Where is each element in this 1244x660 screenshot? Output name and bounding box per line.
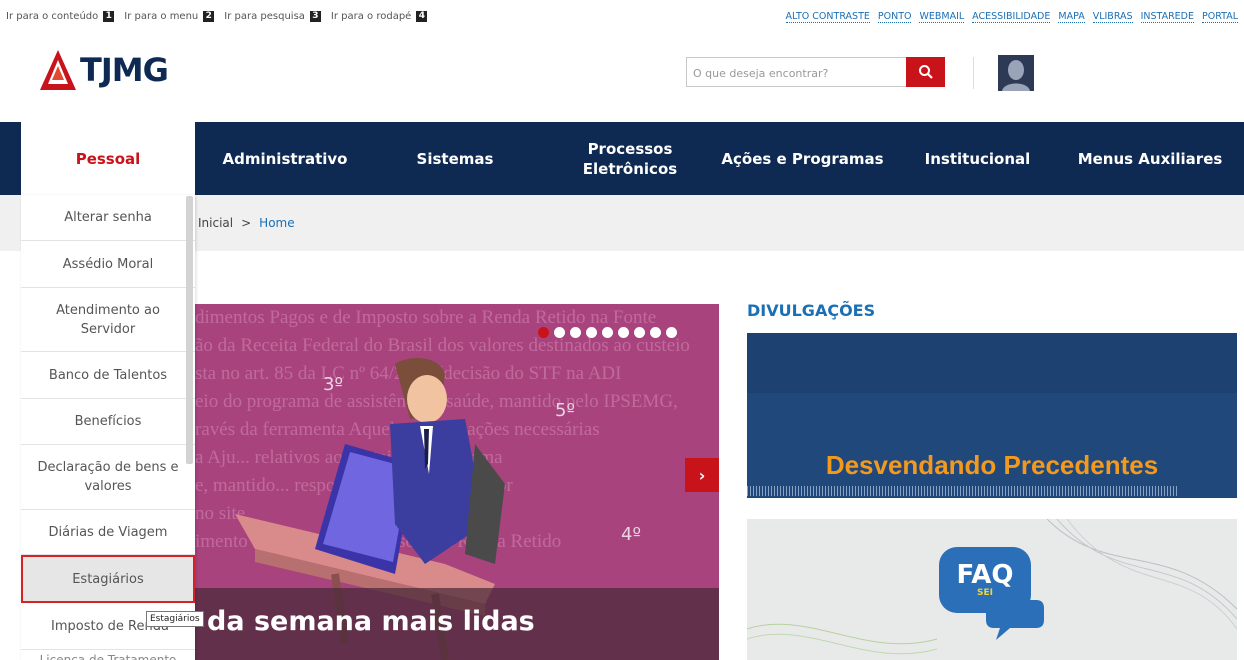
carousel-dot-8[interactable] <box>650 327 661 338</box>
header-divider <box>973 57 974 89</box>
chevron-right-icon: › <box>698 465 706 485</box>
search-button[interactable] <box>906 57 945 87</box>
link-webmail[interactable]: WEBMAIL <box>919 11 965 23</box>
floor-label-3: 3º <box>323 374 343 395</box>
carousel-dot-7[interactable] <box>634 327 645 338</box>
menu-item-diarias-viagem[interactable]: Diárias de Viagem <box>21 510 195 555</box>
tab-sistemas[interactable]: Sistemas <box>400 122 510 195</box>
carousel-caption-title: da semana mais lidas <box>207 606 535 637</box>
tab-administrativo[interactable]: Administrativo <box>205 122 365 195</box>
menu-item-banco-talentos[interactable]: Banco de Talentos <box>21 352 195 399</box>
skip-links: Ir para o conteúdo 1 Ir para o menu 2 Ir p… <box>6 11 428 22</box>
menu-item-atendimento-servidor[interactable]: Atendimento ao Servidor <box>21 288 195 352</box>
pessoal-dropdown-menu: Alterar senha Assédio Moral Atendimento … <box>21 195 195 660</box>
search-input[interactable]: O que deseja encontrar? <box>686 57 906 87</box>
main-nav: Pessoal Administrativo Sistemas Processo… <box>0 122 1244 195</box>
skip-link-footer[interactable]: Ir para o rodapé 4 <box>331 11 428 22</box>
floor-label-5: 5º <box>555 400 575 421</box>
link-mapa[interactable]: MAPA <box>1058 11 1085 23</box>
breadcrumb-separator: > <box>241 216 252 230</box>
user-icon <box>998 55 1034 91</box>
logo-text: TJMG <box>80 51 169 89</box>
link-vlibras[interactable]: VLIBRAS <box>1092 11 1133 23</box>
link-alto-contraste[interactable]: ALTO CONTRASTE <box>785 11 870 23</box>
carousel-dot-5[interactable] <box>602 327 613 338</box>
carousel-dot-3[interactable] <box>570 327 581 338</box>
carousel-dot-2[interactable] <box>554 327 565 338</box>
card-precedentes-title: Desvendando Precedentes <box>825 450 1159 480</box>
faq-speech-bubble-icon <box>986 600 1044 640</box>
skip-link-menu[interactable]: Ir para o menu 2 <box>124 11 215 22</box>
link-instarede[interactable]: INSTAREDE <box>1140 11 1195 23</box>
user-avatar[interactable] <box>998 55 1034 91</box>
carousel-dot-9[interactable] <box>666 327 677 338</box>
skip-link-content[interactable]: Ir para o conteúdo 1 <box>6 11 115 22</box>
link-ponto[interactable]: PONTO <box>877 11 912 23</box>
carousel-dots <box>538 327 677 338</box>
breadcrumb: Inicial > Home <box>198 216 295 230</box>
breadcrumb-inicial[interactable]: Inicial <box>198 216 233 230</box>
menu-item-assedio-moral[interactable]: Assédio Moral <box>21 241 195 288</box>
card-barcode-decoration <box>747 486 1177 496</box>
tab-pessoal[interactable]: Pessoal <box>21 122 195 195</box>
floor-label-4: 4º <box>621 524 641 545</box>
top-bar: Ir para o conteúdo 1 Ir para o menu 2 Ir p… <box>0 0 1244 34</box>
tjmg-triangle-logo-icon <box>40 50 76 90</box>
tooltip: Estagiários <box>146 611 204 627</box>
news-carousel[interactable]: dimentos Pagos e de Imposto sobre a Rend… <box>195 304 719 660</box>
carousel-next-button[interactable]: › <box>685 458 719 492</box>
utility-links: ALTO CONTRASTE PONTO WEBMAIL ACESSIBILID… <box>785 11 1238 23</box>
tab-acoes-e-programas[interactable]: Ações e Programas <box>715 122 890 195</box>
tab-institucional[interactable]: Institucional <box>910 122 1045 195</box>
skip-link-search[interactable]: Ir para pesquisa 3 <box>224 11 321 22</box>
menu-item-estagiarios[interactable]: Estagiários <box>21 555 195 603</box>
carousel-caption[interactable]: da semana mais lidas <box>195 588 719 660</box>
carousel-dot-4[interactable] <box>586 327 597 338</box>
faq-sei-label: SEI <box>977 588 993 598</box>
search-icon <box>918 65 933 79</box>
menu-item-declaracao-bens[interactable]: Declaração de bens e valores <box>21 445 195 510</box>
divulgacoes-title: DIVULGAÇÕES <box>747 301 876 320</box>
link-acessibilidade[interactable]: ACESSIBILIDADE <box>972 11 1051 23</box>
carousel-dot-1[interactable] <box>538 327 549 338</box>
breadcrumb-home[interactable]: Home <box>259 216 294 230</box>
menu-item-beneficios[interactable]: Benefícios <box>21 399 195 445</box>
site-logo[interactable]: TJMG <box>38 48 169 92</box>
faq-label: FAQ <box>956 560 1014 590</box>
tab-menus-auxiliares[interactable]: Menus Auxiliares <box>1070 122 1230 195</box>
search-box: O que deseja encontrar? <box>686 57 945 87</box>
menu-item-partial[interactable]: Licença de Tratamento <box>21 650 195 660</box>
carousel-dot-6[interactable] <box>618 327 629 338</box>
divulgacao-card-precedentes[interactable]: Desvendando Precedentes <box>747 333 1237 498</box>
tab-processos-eletronicos[interactable]: Processos Eletrônicos <box>560 122 700 195</box>
dropdown-scrollbar[interactable] <box>186 196 193 464</box>
link-portal[interactable]: PORTAL <box>1202 11 1238 23</box>
menu-item-alterar-senha[interactable]: Alterar senha <box>21 195 195 241</box>
